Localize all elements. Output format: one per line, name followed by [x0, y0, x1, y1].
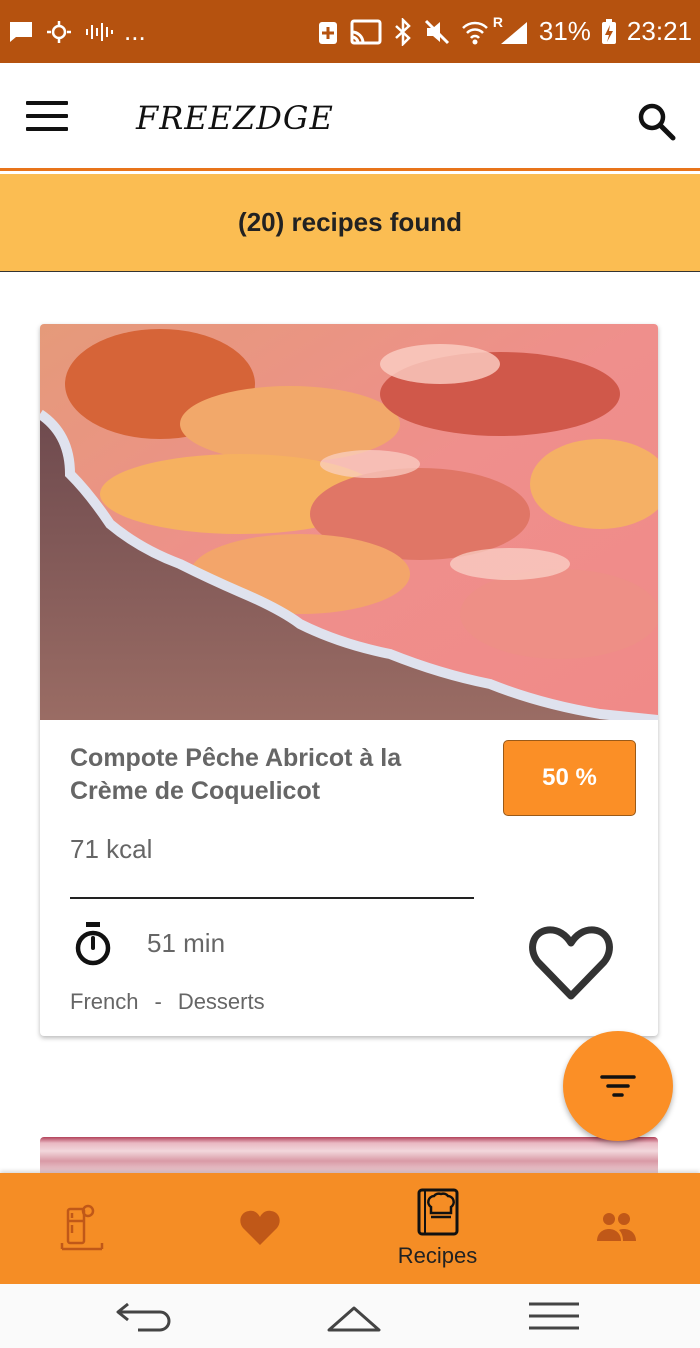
- filter-button[interactable]: [563, 1031, 673, 1141]
- hamburger-icon: [26, 101, 68, 105]
- recipe-photo: [40, 324, 658, 720]
- home-icon[interactable]: [325, 1296, 383, 1336]
- system-navigation-bar: [0, 1284, 700, 1348]
- mute-icon: [424, 19, 449, 44]
- search-icon[interactable]: [636, 101, 678, 143]
- app-title: FREEZDGE: [136, 99, 334, 137]
- results-count-banner: (20) recipes found: [0, 174, 700, 272]
- match-percentage-badge: 50 %: [503, 740, 636, 816]
- stopwatch-icon: [75, 922, 111, 966]
- people-icon: [597, 1213, 636, 1241]
- status-more-text: ...: [124, 16, 146, 46]
- hamburger-icon-line: [26, 127, 68, 131]
- recipe-book-icon: [417, 1188, 459, 1236]
- bluetooth-icon: [395, 17, 411, 46]
- cast-icon: [350, 19, 382, 44]
- wifi-icon: [461, 21, 488, 44]
- recipe-duration: 51 min: [147, 928, 226, 958]
- recipe-cuisine: French: [70, 989, 139, 1014]
- app-bar: FREEZDGE: [0, 63, 700, 171]
- battery-saver-icon: [318, 21, 337, 44]
- nav-label-recipes: Recipes: [397, 1243, 478, 1268]
- hamburger-icon-line: [26, 114, 68, 118]
- recipe-card-next[interactable]: [40, 1137, 658, 1177]
- recipe-calories: 71 kcal: [70, 834, 153, 864]
- notification-audio-icon: [86, 22, 113, 41]
- bottom-navigation: Recipes: [0, 1173, 700, 1284]
- tag-separator: -: [154, 989, 162, 1014]
- back-icon[interactable]: [114, 1296, 178, 1336]
- menu-button[interactable]: [26, 101, 68, 131]
- recipe-name: Compote Pêche Abricot à la Crème de Coqu…: [70, 744, 402, 805]
- recipe-card[interactable]: Compote Pêche Abricot à la Crème de Coqu…: [40, 324, 658, 1036]
- favorite-heart-icon[interactable]: [528, 924, 614, 1004]
- roaming-indicator: R: [492, 13, 503, 30]
- filter-icon: [600, 1075, 636, 1097]
- nav-item-fridge[interactable]: [0, 1173, 175, 1284]
- notification-sun-icon: [47, 20, 71, 43]
- notification-chat-icon: [10, 21, 32, 42]
- recipe-category: Desserts: [177, 989, 265, 1014]
- clock-time: 23:21: [626, 16, 692, 46]
- status-bar: ... R 31% 23:21: [0, 0, 700, 63]
- battery-charging-icon: [601, 18, 616, 44]
- nav-item-recipes[interactable]: Recipes: [350, 1173, 525, 1284]
- heart-icon: [240, 1210, 280, 1245]
- recipe-tags: French - Desserts: [70, 989, 265, 1015]
- nav-item-favorites[interactable]: [175, 1173, 350, 1284]
- fridge-icon: [60, 1204, 104, 1251]
- card-divider: [70, 897, 474, 899]
- recent-apps-icon[interactable]: [527, 1296, 581, 1336]
- battery-percentage: 31%: [538, 16, 591, 46]
- signal-icon: [500, 21, 527, 44]
- nav-item-people[interactable]: [525, 1173, 700, 1284]
